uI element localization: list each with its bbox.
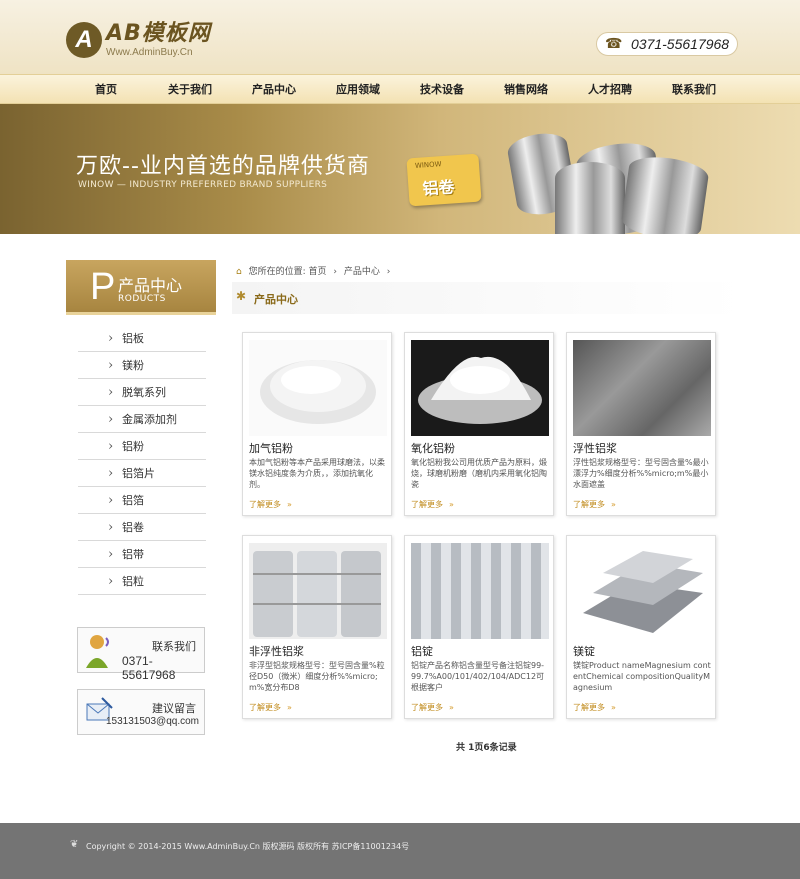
nav-item-equipment[interactable]: 技术设备 <box>400 75 484 105</box>
site-header: A AB模板网 Www.AdminBuy.Cn ☎ 0371-55617968 <box>0 0 800 74</box>
banner-subtitle: WINOW — INDUSTRY PREFERRED BRAND SUPPLIE… <box>78 180 328 190</box>
sidebar-item[interactable]: 铝板 <box>78 325 206 352</box>
double-arrow-icon: » <box>611 703 616 712</box>
read-more-link[interactable]: 了解更多» <box>249 702 292 713</box>
contact-us-box[interactable]: 联系我们 0371-55617968 <box>77 627 205 682</box>
double-arrow-icon: » <box>287 703 292 712</box>
breadcrumb-separator: › <box>333 267 338 277</box>
person-icon <box>86 635 109 668</box>
read-more-link[interactable]: 了解更多» <box>573 499 616 510</box>
sidebar-item[interactable]: 脱氧系列 <box>78 379 206 406</box>
site-logo[interactable]: A AB模板网 Www.AdminBuy.Cn <box>66 22 211 58</box>
message-box[interactable]: 建议留言 153131503@qq.com <box>77 689 205 735</box>
read-more-link[interactable]: 了解更多» <box>411 702 454 713</box>
product-desc: 非浮型铝浆规格型号：型号固含量%粒径D50（微米）细度分析%%micro;m%宽… <box>249 661 385 692</box>
logo-subtitle: Www.AdminBuy.Cn <box>106 46 193 58</box>
product-image[interactable] <box>249 340 387 436</box>
contact-phone: 0371-55617968 <box>122 654 176 682</box>
badge-text: 铝卷 <box>421 177 456 199</box>
sidebar-item[interactable]: 铝卷 <box>78 514 206 541</box>
read-more-link[interactable]: 了解更多» <box>411 499 454 510</box>
product-desc: 本加气铝粉等本产品采用球磨法，以柔镁水铝纯度条为介质，，添加抗氧化剂。 <box>249 458 385 489</box>
sidebar-item[interactable]: 镁粉 <box>78 352 206 379</box>
banner-badge: WINOW 铝卷 <box>406 153 482 207</box>
sidebar-header: P 产品中心 RODUCTS <box>66 260 216 315</box>
banner-title: 万欧--业内首选的品牌供货商 <box>76 154 370 179</box>
nav-item-home[interactable]: 首页 <box>64 75 148 105</box>
nav-item-products[interactable]: 产品中心 <box>232 75 316 105</box>
main-nav: 首页 关于我们 产品中心 应用领域 技术设备 销售网络 人才招聘 联系我们 <box>0 74 800 104</box>
breadcrumb-separator: › <box>386 267 391 277</box>
breadcrumb-link-home[interactable]: 首页 <box>309 267 327 277</box>
nav-item-jobs[interactable]: 人才招聘 <box>568 75 652 105</box>
product-card[interactable]: 非浮性铝浆 非浮型铝浆规格型号：型号固含量%粒径D50（微米）细度分析%%mic… <box>242 535 392 719</box>
hero-banner: 万欧--业内首选的品牌供货商 WINOW — INDUSTRY PREFERRE… <box>0 104 800 234</box>
hands-icon: ❦ <box>70 839 79 850</box>
product-name[interactable]: 镁锭 <box>573 643 595 659</box>
double-arrow-icon: » <box>287 500 292 509</box>
product-name[interactable]: 浮性铝浆 <box>573 440 617 456</box>
product-card[interactable]: 铝锭 铝锭产品名称铝含量型号备注铝锭99-99.7%A00/101/402/10… <box>404 535 554 719</box>
product-image[interactable] <box>411 543 549 639</box>
sidebar-item[interactable]: 铝粉 <box>78 433 206 460</box>
nav-item-applications[interactable]: 应用领域 <box>316 75 400 105</box>
sidebar-head-en: RODUCTS <box>118 294 166 304</box>
breadcrumb-prefix: 您所在的位置: <box>248 267 306 277</box>
product-image[interactable] <box>411 340 549 436</box>
aluminum-roll-image <box>619 152 711 234</box>
product-desc: 浮性铝浆规格型号：型号固含量%最小漂浮力%细度分析%%micro;m%最小水面遮… <box>573 458 709 489</box>
product-name[interactable]: 加气铝粉 <box>249 440 293 456</box>
read-more-link[interactable]: 了解更多» <box>573 702 616 713</box>
home-icon: ⌂ <box>236 267 242 277</box>
product-desc: 氧化铝粉我公司用优质产品为原料，煅烧，球磨机粉磨（磨机内采用氧化铝陶瓷 <box>411 458 547 489</box>
breadcrumb-link-products[interactable]: 产品中心 <box>344 267 380 277</box>
footer-copyright: Copyright © 2014-2015 Www.AdminBuy.Cn 版权… <box>86 842 410 851</box>
breadcrumb: ⌂ 您所在的位置: 首页 › 产品中心 › <box>236 264 394 277</box>
message-email: 153131503@qq.com <box>106 716 199 727</box>
header-phone-number: 0371-55617968 <box>631 36 730 52</box>
section-icon: ✱ <box>236 289 247 303</box>
double-arrow-icon: » <box>611 500 616 509</box>
product-image[interactable] <box>573 543 711 639</box>
site-footer: ❦ Copyright © 2014-2015 Www.AdminBuy.Cn … <box>0 823 800 879</box>
pagination-info: 共 1页6条记录 <box>456 743 517 753</box>
sidebar-item[interactable]: 铝粒 <box>78 568 206 595</box>
sidebar-item[interactable]: 铝带 <box>78 541 206 568</box>
telephone-icon: ☎ <box>605 36 623 52</box>
sidebar-head-title: 产品中心 <box>118 276 183 295</box>
header-phone: ☎ 0371-55617968 <box>596 32 738 56</box>
product-name[interactable]: 铝锭 <box>411 643 433 659</box>
logo-mark: A <box>66 22 102 58</box>
badge-brand: WINOW <box>414 160 442 170</box>
product-card[interactable]: 加气铝粉 本加气铝粉等本产品采用球磨法，以柔镁水铝纯度条为介质，，添加抗氧化剂。… <box>242 332 392 516</box>
product-image[interactable] <box>573 340 711 436</box>
contact-title: 联系我们 <box>152 640 196 653</box>
section-title: 产品中心 <box>254 293 298 306</box>
sidebar-item[interactable]: 铝箔 <box>78 487 206 514</box>
nav-item-contact[interactable]: 联系我们 <box>652 75 736 105</box>
product-desc: 镁锭Product nameMagnesium contentChemical … <box>573 661 711 692</box>
product-image[interactable] <box>249 543 387 639</box>
sidebar-category-list: 铝板 镁粉 脱氧系列 金属添加剂 铝粉 铝箔片 铝箔 铝卷 铝带 铝粒 <box>78 325 206 595</box>
message-title: 建议留言 <box>152 702 196 715</box>
nav-item-sales[interactable]: 销售网络 <box>484 75 568 105</box>
product-desc: 铝锭产品名称铝含量型号备注铝锭99-99.7%A00/101/402/104/A… <box>411 661 545 692</box>
section-header: ✱ 产品中心 <box>232 282 744 314</box>
product-name[interactable]: 氧化铝粉 <box>411 440 455 456</box>
sidebar-item[interactable]: 铝箔片 <box>78 460 206 487</box>
aluminum-roll-image <box>555 162 625 234</box>
product-card[interactable]: 浮性铝浆 浮性铝浆规格型号：型号固含量%最小漂浮力%细度分析%%micro;m%… <box>566 332 716 516</box>
read-more-link[interactable]: 了解更多» <box>249 499 292 510</box>
double-arrow-icon: » <box>449 703 454 712</box>
sidebar-head-letter: P <box>90 266 116 308</box>
sidebar-item[interactable]: 金属添加剂 <box>78 406 206 433</box>
product-card[interactable]: 镁锭 镁锭Product nameMagnesium contentChemic… <box>566 535 716 719</box>
logo-title: AB模板网 <box>106 20 211 46</box>
product-card[interactable]: 氧化铝粉 氧化铝粉我公司用优质产品为原料，煅烧，球磨机粉磨（磨机内采用氧化铝陶瓷… <box>404 332 554 516</box>
double-arrow-icon: » <box>449 500 454 509</box>
nav-item-about[interactable]: 关于我们 <box>148 75 232 105</box>
product-name[interactable]: 非浮性铝浆 <box>249 643 304 659</box>
